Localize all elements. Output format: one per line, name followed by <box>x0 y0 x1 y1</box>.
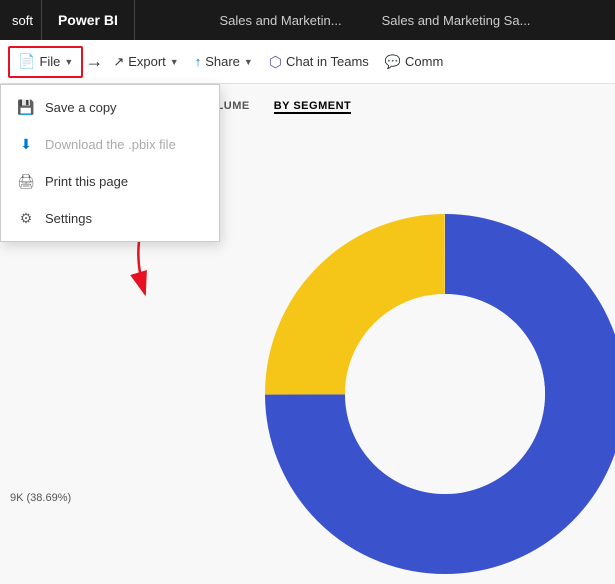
save-copy-label: Save a copy <box>45 100 117 115</box>
tab-by-segment[interactable]: BY SEGMENT <box>274 100 352 114</box>
share-caret: ▼ <box>244 57 253 67</box>
settings-label: Settings <box>45 211 92 226</box>
chart-label: 9K (38.69%) <box>10 492 71 504</box>
report-title-1: Sales and Marketin... <box>219 13 341 28</box>
export-label: Export <box>128 54 166 69</box>
file-dropdown-menu: 💾 Save a copy ⬇ Download the .pbix file … <box>0 84 220 242</box>
export-icon: ↗ <box>113 54 124 70</box>
share-button[interactable]: ↑ Share ▼ <box>187 46 261 78</box>
menu-item-download-pbix: ⬇ Download the .pbix file <box>1 126 219 163</box>
comment-button[interactable]: 💬 Comm <box>377 46 451 78</box>
print-page-label: Print this page <box>45 174 128 189</box>
export-caret: ▼ <box>170 57 179 67</box>
title-bar: soft Power BI Sales and Marketin... Sale… <box>0 0 615 40</box>
menu-item-print-page[interactable]: 🖨 Print this page <box>1 163 219 200</box>
download-pbix-icon: ⬇ <box>17 136 35 153</box>
file-icon: 📄 <box>18 53 35 70</box>
comment-label: Comm <box>405 54 443 69</box>
menu-item-settings[interactable]: ⚙ Settings <box>1 200 219 237</box>
print-icon: 🖨 <box>17 173 35 190</box>
file-caret: ▼ <box>64 57 73 67</box>
settings-icon: ⚙ <box>17 210 35 227</box>
report-title-2: Sales and Marketing Sa... <box>382 13 531 28</box>
comment-icon: 💬 <box>385 54 401 70</box>
share-icon: ↑ <box>195 54 202 69</box>
export-button[interactable]: ↗ Export ▼ <box>105 46 186 78</box>
menu-item-save-copy[interactable]: 💾 Save a copy <box>1 89 219 126</box>
file-label: File <box>39 54 60 69</box>
chat-in-teams-label: Chat in Teams <box>286 54 369 69</box>
arrow-right-icon: → <box>85 51 103 72</box>
download-pbix-label: Download the .pbix file <box>45 137 176 152</box>
logo-text: soft <box>0 0 42 40</box>
save-copy-icon: 💾 <box>17 99 35 116</box>
share-label: Share <box>205 54 240 69</box>
toolbar: 📄 File ▼ → ↗ Export ▼ ↑ Share ▼ ⬡ Chat i… <box>0 40 615 84</box>
donut-chart <box>255 204 615 584</box>
teams-icon: ⬡ <box>269 53 282 71</box>
powerbi-label: Power BI <box>42 0 135 40</box>
chat-in-teams-button[interactable]: ⬡ Chat in Teams <box>261 46 377 78</box>
file-button[interactable]: 📄 File ▼ <box>8 46 83 78</box>
title-center: Sales and Marketin... Sales and Marketin… <box>135 13 615 28</box>
